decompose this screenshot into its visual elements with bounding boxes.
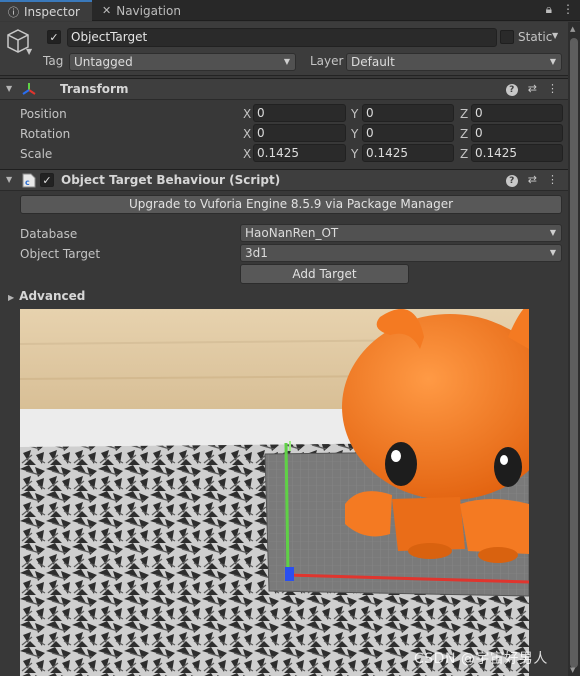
static-label: Static [518, 30, 553, 44]
tab-bar: ⓘ Inspector ✕ Navigation 🔒︎ ⋮ [0, 0, 580, 21]
behaviour-header-icons: ? ⇄ ⋮ [505, 173, 558, 187]
tab-controls: 🔒︎ ⋮ [546, 2, 574, 17]
scale-z-field[interactable]: 0.1425 [471, 144, 563, 162]
static-checkbox[interactable] [500, 30, 514, 44]
axis-y-label: Y [351, 147, 359, 161]
transform-axes-icon [22, 83, 36, 95]
tag-label: Tag [43, 54, 64, 68]
tab-navigation-label: Navigation [116, 3, 181, 18]
database-value: HaoNanRen_OT [245, 226, 339, 240]
add-target-button[interactable]: Add Target [240, 264, 409, 284]
rotation-label: Rotation [20, 127, 71, 141]
more-options-icon[interactable]: ⋮ [562, 2, 574, 17]
axis-y-label: Y [351, 107, 359, 121]
tag-dropdown[interactable]: Untagged ▼ [69, 53, 296, 71]
object-target-preview-image [20, 309, 529, 676]
scale-y-field[interactable]: 0.1425 [362, 144, 454, 162]
preset-sliders-icon[interactable]: ⇄ [528, 82, 537, 96]
preset-sliders-icon[interactable]: ⇄ [528, 173, 537, 187]
axis-z-label: Z [460, 127, 469, 141]
chevron-down-icon: ▼ [549, 248, 556, 257]
script-file-icon: c [22, 173, 36, 188]
context-menu-icon[interactable]: ⋮ [547, 82, 558, 96]
object-target-label: Object Target [20, 247, 101, 261]
object-header: ▼ ✓ ObjectTarget Static ▼ Tag Untagged ▼… [0, 22, 568, 76]
position-x-field[interactable]: 0 [253, 104, 346, 122]
scale-label: Scale [20, 147, 53, 161]
fold-arrow-icon: ▶ [8, 293, 15, 302]
position-label: Position [20, 107, 67, 121]
axis-z-label: Z [460, 147, 469, 161]
transform-header-icons: ? ⇄ ⋮ [505, 82, 558, 96]
tag-value: Untagged [74, 55, 133, 69]
navigation-icon: ✕ [102, 4, 112, 17]
axis-z-label: Z [460, 107, 469, 121]
upgrade-vuforia-button[interactable]: Upgrade to Vuforia Engine 8.5.9 via Pack… [20, 195, 562, 214]
database-dropdown[interactable]: HaoNanRen_OT ▼ [240, 224, 562, 242]
svg-text:c: c [25, 178, 30, 187]
tab-inspector-label: Inspector [24, 4, 80, 19]
help-icon[interactable]: ? [505, 175, 518, 187]
lock-icon[interactable]: 🔒︎ [546, 2, 552, 17]
behaviour-title: Object Target Behaviour (Script) [61, 173, 281, 187]
watermark-text: CSDN @宇宙好男人 [414, 651, 548, 667]
fold-arrow-icon[interactable]: ▼ [6, 84, 12, 93]
scrollbar-thumb[interactable] [570, 38, 578, 668]
layer-dropdown[interactable]: Default ▼ [346, 53, 562, 71]
scroll-down-arrow-icon[interactable]: ▼ [570, 666, 575, 674]
tab-navigation[interactable]: ✕ Navigation [96, 0, 196, 21]
axis-x-label: X [243, 127, 252, 141]
scale-x-field[interactable]: 0.1425 [253, 144, 346, 162]
active-checkbox[interactable]: ✓ [47, 30, 61, 44]
chevron-down-icon: ▼ [549, 228, 556, 237]
rotation-x-field[interactable]: 0 [253, 124, 346, 142]
chevron-down-icon: ▼ [283, 57, 290, 66]
position-z-field[interactable]: 0 [471, 104, 563, 122]
layer-value: Default [351, 55, 395, 69]
position-y-field[interactable]: 0 [362, 104, 454, 122]
static-dropdown-caret[interactable]: ▼ [552, 31, 558, 40]
axis-x-label: X [243, 147, 252, 161]
icon-dropdown-caret[interactable]: ▼ [26, 47, 32, 56]
object-target-value: 3d1 [245, 246, 268, 260]
chevron-down-icon: ▼ [549, 57, 556, 66]
transform-header[interactable]: ▼ Transform ? ⇄ ⋮ [0, 78, 568, 100]
context-menu-icon[interactable]: ⋮ [547, 173, 558, 187]
fold-arrow-icon[interactable]: ▼ [6, 175, 12, 184]
rotation-y-field[interactable]: 0 [362, 124, 454, 142]
database-label: Database [20, 227, 78, 241]
layer-label: Layer [310, 54, 344, 68]
scroll-up-arrow-icon[interactable]: ▲ [570, 25, 575, 33]
object-target-dropdown[interactable]: 3d1 ▼ [240, 244, 562, 262]
axis-y-label: Y [351, 127, 359, 141]
object-target-behaviour-header[interactable]: ▼ c ✓ Object Target Behaviour (Script) ?… [0, 169, 568, 191]
behaviour-enabled-checkbox[interactable]: ✓ [40, 173, 54, 187]
help-icon[interactable]: ? [505, 84, 518, 96]
transform-title: Transform [60, 82, 129, 96]
info-icon: ⓘ [8, 5, 19, 19]
axis-x-label: X [243, 107, 252, 121]
advanced-label: Advanced [19, 289, 86, 303]
inspector-scrollbar[interactable]: ▲ ▼ [568, 22, 580, 676]
rotation-z-field[interactable]: 0 [471, 124, 563, 142]
advanced-foldout[interactable]: ▶ Advanced [8, 289, 85, 303]
object-name-field[interactable]: ObjectTarget [67, 28, 497, 47]
tab-inspector[interactable]: ⓘ Inspector [0, 0, 92, 21]
